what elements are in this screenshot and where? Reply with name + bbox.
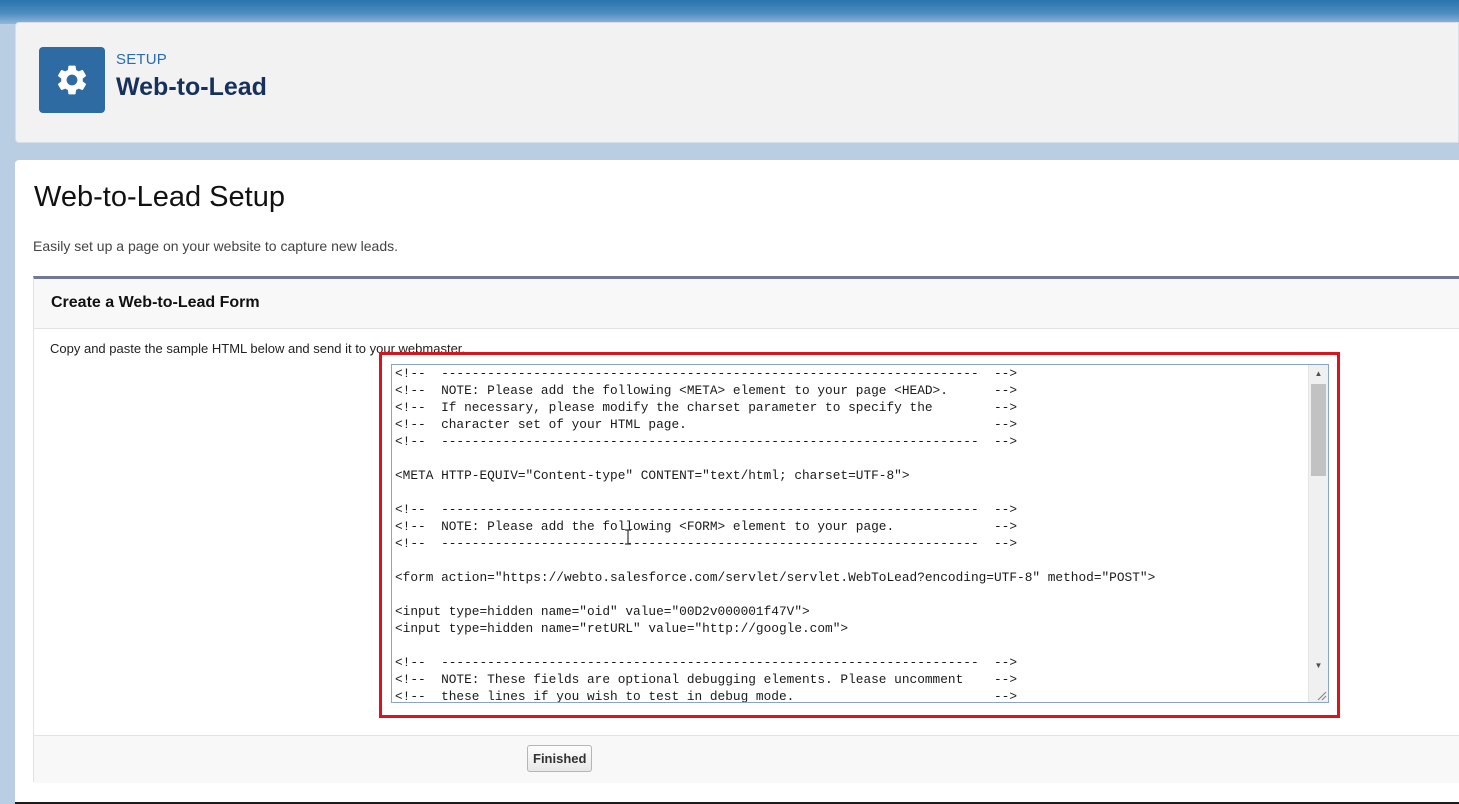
code-line: <input type=hidden name="oid" value="00D… [395, 604, 810, 619]
code-line: <input type=hidden name="retURL" value="… [395, 621, 849, 636]
section-header: Create a Web-to-Lead Form [34, 279, 1459, 329]
header-title: Web-to-Lead [116, 73, 267, 101]
scrollbar-thumb[interactable] [1311, 384, 1326, 476]
scroll-up-arrow-icon[interactable]: ▲ [1309, 365, 1328, 383]
setup-icon-tile [39, 47, 105, 113]
section-body: Copy and paste the sample HTML below and… [34, 329, 1459, 735]
code-line: <form action="https://webto.salesforce.c… [395, 570, 1156, 585]
code-line: <!-- character set of your HTML page. --… [395, 417, 1018, 432]
html-code-textarea[interactable]: <!-- -----------------------------------… [391, 364, 1329, 703]
vertical-scrollbar[interactable]: ▲ ▼ [1308, 365, 1328, 702]
text-cursor-icon [625, 529, 631, 545]
scroll-down-arrow-icon[interactable]: ▼ [1309, 657, 1328, 675]
code-line: <!-- these lines if you wish to test in … [395, 689, 1018, 703]
main-content: Web-to-Lead Setup Easily set up a page o… [15, 160, 1459, 804]
breadcrumb[interactable]: SETUP [116, 51, 167, 68]
page-title: Web-to-Lead Setup [34, 181, 285, 213]
code-line: <!-- -----------------------------------… [395, 536, 1018, 551]
page-header: SETUP Web-to-Lead [15, 22, 1459, 143]
html-code-content[interactable]: <!-- -----------------------------------… [395, 365, 1307, 703]
section-title: Create a Web-to-Lead Form [51, 294, 260, 311]
code-line: <!-- -----------------------------------… [395, 434, 1018, 449]
code-line: <!-- -----------------------------------… [395, 655, 1018, 670]
code-line: <!-- -----------------------------------… [395, 502, 1018, 517]
code-line: <!-- -----------------------------------… [395, 366, 1018, 381]
code-line: <!-- NOTE: Please add the following <FOR… [395, 519, 1018, 534]
code-line: <META HTTP-EQUIV="Content-type" CONTENT=… [395, 468, 910, 483]
page-description: Easily set up a page on your website to … [33, 238, 398, 254]
top-banner [0, 0, 1459, 24]
code-line: <!-- NOTE: These fields are optional deb… [395, 672, 1018, 687]
section-footer: Finished [34, 735, 1459, 783]
code-line: <!-- NOTE: Please add the following <MET… [395, 383, 1018, 398]
web-to-lead-form-section: Create a Web-to-Lead Form Copy and paste… [33, 276, 1459, 783]
finished-button[interactable]: Finished [527, 745, 593, 772]
gear-icon [57, 65, 87, 95]
highlight-annotation: <!-- -----------------------------------… [379, 352, 1340, 718]
code-line: <!-- If necessary, please modify the cha… [395, 400, 1018, 415]
resize-grip-icon[interactable] [1313, 687, 1327, 701]
